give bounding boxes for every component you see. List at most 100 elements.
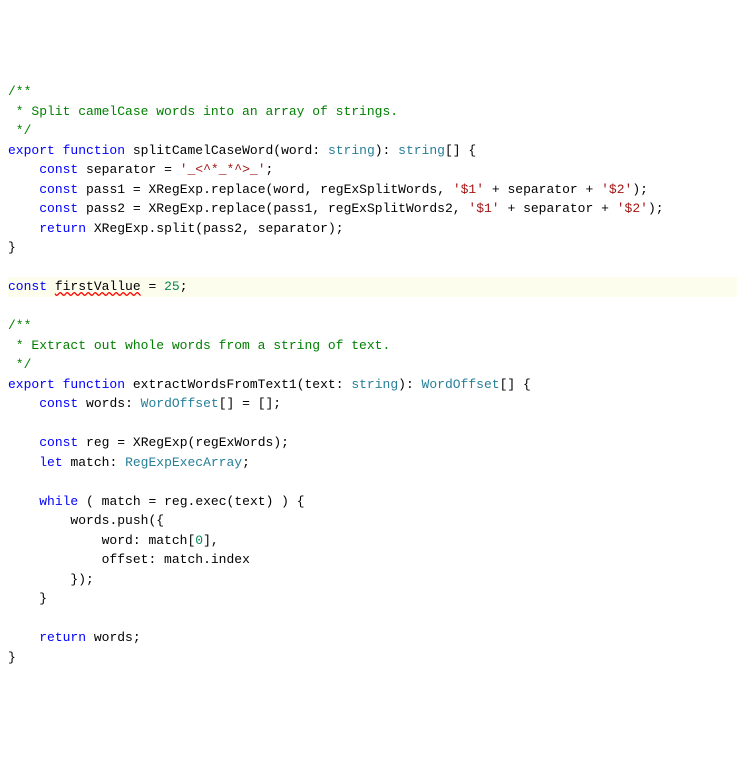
- id-regExWords: regExWords: [195, 435, 273, 450]
- punct: =: [133, 201, 141, 216]
- id-replace: replace: [211, 201, 266, 216]
- code-editor[interactable]: /** * Split camelCase words into an arra…: [0, 78, 745, 671]
- id-index: index: [211, 552, 250, 567]
- punct: .: [203, 182, 211, 197]
- punct: );: [328, 221, 344, 236]
- punct: );: [273, 435, 289, 450]
- id-text: text: [234, 494, 265, 509]
- punct: ,: [242, 221, 258, 236]
- keyword-return: return: [39, 630, 86, 645]
- string-separator: '_<^*_*^>_': [180, 162, 266, 177]
- keyword-return: return: [39, 221, 86, 236]
- punct: (: [86, 494, 102, 509]
- punct: ;: [133, 630, 141, 645]
- comment-block-close: */: [8, 123, 31, 138]
- id-replace: replace: [211, 182, 266, 197]
- punct: );: [632, 182, 648, 197]
- punct: ;: [242, 455, 250, 470]
- punct: :: [336, 377, 352, 392]
- punct: +: [586, 182, 594, 197]
- string-d1: '$1': [453, 182, 484, 197]
- punct: .: [203, 201, 211, 216]
- id-firstVallue-error[interactable]: firstVallue: [55, 279, 141, 294]
- punct: (: [195, 221, 203, 236]
- keyword-const: const: [39, 182, 78, 197]
- type-WordOffset: WordOffset: [422, 377, 500, 392]
- keyword-const: const: [39, 435, 78, 450]
- comment-block-open: /**: [8, 84, 31, 99]
- comment-block-body: * Split camelCase words into an array of…: [8, 104, 398, 119]
- id-pass1: pass1: [86, 182, 125, 197]
- string-d2: '$2': [617, 201, 648, 216]
- id-XRegExp: XRegExp: [133, 435, 188, 450]
- id-words: words: [70, 513, 109, 528]
- string-d1: '$1': [468, 201, 499, 216]
- punct: :: [133, 533, 149, 548]
- param-text: text: [305, 377, 336, 392]
- punct: (: [297, 377, 305, 392]
- keyword-function: function: [63, 377, 125, 392]
- punct: [] {: [500, 377, 531, 392]
- punct: =: [164, 162, 172, 177]
- number-25: 25: [164, 279, 180, 294]
- keyword-const: const: [8, 279, 47, 294]
- punct: ;: [266, 162, 274, 177]
- id-separator: separator: [523, 201, 593, 216]
- punct: );: [648, 201, 664, 216]
- keyword-let: let: [39, 455, 62, 470]
- type-string: string: [351, 377, 398, 392]
- id-match: match: [148, 533, 187, 548]
- id-split: split: [156, 221, 195, 236]
- id-word-key: word: [102, 533, 133, 548]
- punct: =: [117, 435, 125, 450]
- punct: +: [601, 201, 609, 216]
- punct: :: [148, 552, 164, 567]
- id-words: words: [86, 396, 125, 411]
- punct: ;: [180, 279, 188, 294]
- highlighted-line[interactable]: const firstVallue = 25;: [8, 277, 737, 297]
- id-match: match: [164, 552, 203, 567]
- punct: ({: [148, 513, 164, 528]
- id-pass1: pass1: [273, 201, 312, 216]
- function-name-splitCamelCaseWord: splitCamelCaseWord: [133, 143, 273, 158]
- punct: ,: [312, 201, 328, 216]
- id-separator: separator: [258, 221, 328, 236]
- punct: +: [507, 201, 515, 216]
- id-pass2: pass2: [86, 201, 125, 216]
- number-0: 0: [195, 533, 203, 548]
- keyword-const: const: [39, 396, 78, 411]
- id-reg: reg: [164, 494, 187, 509]
- punct: ],: [203, 533, 219, 548]
- type-string-arr: string: [398, 143, 445, 158]
- id-separator: separator: [507, 182, 577, 197]
- id-regExSplitWords2: regExSplitWords2: [328, 201, 453, 216]
- punct: .: [203, 552, 211, 567]
- keyword-const: const: [39, 201, 78, 216]
- punct: :: [109, 455, 125, 470]
- keyword-function: function: [63, 143, 125, 158]
- punct: ,: [305, 182, 321, 197]
- punct: ):: [398, 377, 421, 392]
- punct: :: [312, 143, 328, 158]
- punct: ) ) {: [266, 494, 305, 509]
- param-word: word: [281, 143, 312, 158]
- punct: ,: [437, 182, 453, 197]
- punct: (: [273, 143, 281, 158]
- punct: [] {: [445, 143, 476, 158]
- punct: ):: [375, 143, 398, 158]
- id-words: words: [94, 630, 133, 645]
- punct: :: [125, 396, 141, 411]
- type-WordOffset: WordOffset: [141, 396, 219, 411]
- punct: =: [133, 182, 141, 197]
- string-d2: '$2': [601, 182, 632, 197]
- id-pass2: pass2: [203, 221, 242, 236]
- type-string: string: [328, 143, 375, 158]
- id-XRegExp: XRegExp: [149, 182, 204, 197]
- id-match: match: [70, 455, 109, 470]
- comment-block-open-2: /**: [8, 318, 31, 333]
- punct: [] = [];: [219, 396, 281, 411]
- id-regExSplitWords: regExSplitWords: [320, 182, 437, 197]
- id-exec: exec: [195, 494, 226, 509]
- comment-block-close-2: */: [8, 357, 31, 372]
- keyword-export: export: [8, 377, 55, 392]
